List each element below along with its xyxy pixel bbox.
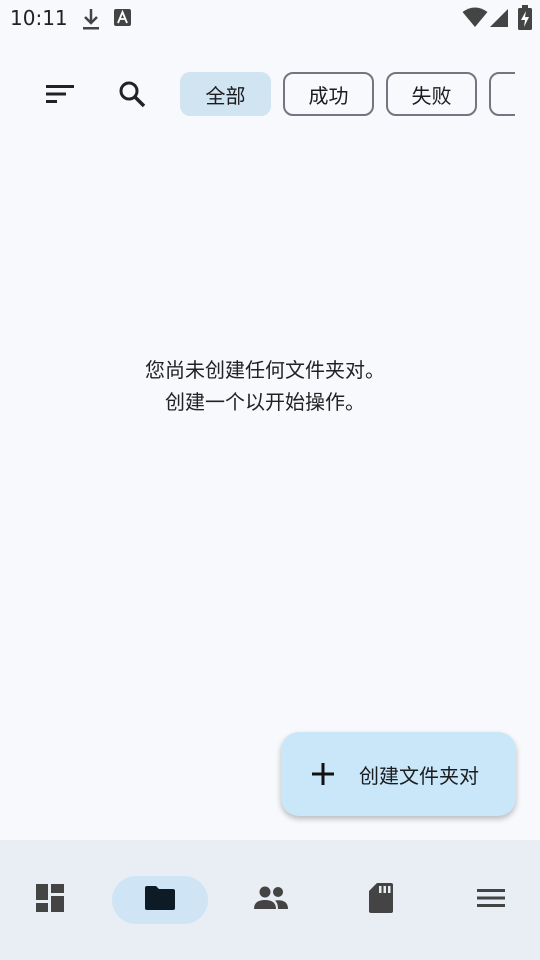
nav-menu[interactable] — [441, 870, 540, 930]
status-time: 10:11 — [10, 6, 68, 30]
empty-state-line-1: 您尚未创建任何文件夹对。 — [145, 358, 385, 382]
filter-chip-all[interactable]: 全部 — [180, 72, 271, 116]
bottom-navigation — [0, 840, 540, 960]
filter-chip-more[interactable] — [489, 72, 515, 116]
filter-chip-failed[interactable]: 失败 — [386, 72, 477, 116]
cell-signal-icon — [488, 7, 510, 33]
filter-chips: 全部 成功 失败 — [180, 72, 515, 120]
sort-button[interactable] — [36, 72, 84, 120]
folder-icon — [144, 885, 176, 915]
menu-icon — [476, 887, 506, 913]
plus-icon — [311, 762, 335, 786]
create-folder-pair-label: 创建文件夹对 — [359, 764, 479, 788]
nav-devices[interactable] — [221, 870, 321, 930]
sort-icon — [45, 83, 75, 109]
empty-state-message: 您尚未创建任何文件夹对。 创建一个以开始操作。 — [0, 354, 530, 418]
search-icon — [118, 80, 146, 112]
toolbar: 全部 成功 失败 — [0, 68, 540, 124]
empty-state-line-2: 创建一个以开始操作。 — [165, 390, 365, 414]
nav-folders[interactable] — [110, 870, 210, 930]
filter-chip-success[interactable]: 成功 — [283, 72, 374, 116]
wifi-icon — [462, 7, 488, 33]
people-icon — [253, 886, 289, 914]
search-button[interactable] — [108, 72, 156, 120]
create-folder-pair-button[interactable]: 创建文件夹对 — [281, 732, 516, 816]
dashboard-icon — [35, 883, 65, 917]
battery-charging-icon — [518, 5, 532, 35]
status-bar: 10:11 — [0, 0, 540, 40]
font-a-icon — [114, 8, 132, 32]
nav-dashboard[interactable] — [0, 870, 100, 930]
nav-storage[interactable] — [331, 870, 431, 930]
sd-card-icon — [368, 882, 394, 918]
download-icon — [80, 6, 102, 36]
